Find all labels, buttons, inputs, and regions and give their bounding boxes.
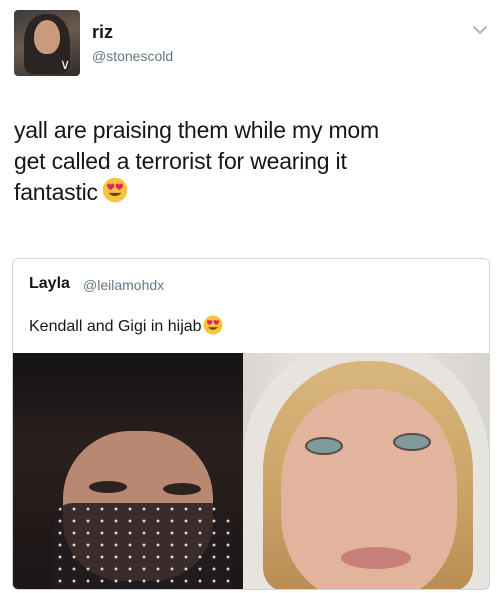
photo-left-veil bbox=[53, 503, 231, 589]
user-handle[interactable]: @stonescold bbox=[92, 48, 173, 64]
heart-eyes-emoji-icon bbox=[203, 315, 223, 335]
photo-left-eye bbox=[163, 483, 201, 495]
photo-right-eye bbox=[393, 433, 431, 451]
quoted-photo[interactable] bbox=[13, 353, 489, 589]
chevron-down-icon[interactable] bbox=[472, 22, 488, 38]
quoted-tweet[interactable]: Layla @leilamohdx Kendall and Gigi in hi… bbox=[12, 258, 490, 590]
tweet-text-line: get called a terrorist for wearing it bbox=[14, 148, 347, 174]
quoted-user-handle[interactable]: @leilamohdx bbox=[83, 277, 164, 293]
photo-right-lips bbox=[341, 547, 411, 569]
photo-left-half bbox=[13, 353, 243, 589]
tweet-text-line: yall are praising them while my mom bbox=[14, 117, 379, 143]
quoted-tweet-text: Kendall and Gigi in hijab bbox=[29, 315, 469, 336]
quoted-display-name[interactable]: Layla bbox=[29, 275, 70, 293]
tweet-text-line-content: fantastic bbox=[14, 179, 98, 205]
avatar-logo-mark: ∨ bbox=[60, 56, 71, 72]
heart-eyes-emoji-icon bbox=[102, 177, 128, 203]
photo-left-eye bbox=[89, 481, 127, 493]
tweet-text: yall are praising them while my mom get … bbox=[14, 115, 484, 208]
display-name[interactable]: riz bbox=[92, 22, 113, 43]
tweet-card: ∨ riz @stonescold yall are praising them… bbox=[0, 0, 500, 593]
photo-right-half bbox=[243, 353, 489, 589]
avatar-face bbox=[34, 20, 60, 54]
avatar[interactable]: ∨ bbox=[14, 10, 80, 76]
quoted-tweet-text-content: Kendall and Gigi in hijab bbox=[29, 318, 202, 335]
photo-right-eye bbox=[305, 437, 343, 455]
tweet-text-line: fantastic bbox=[14, 177, 484, 208]
